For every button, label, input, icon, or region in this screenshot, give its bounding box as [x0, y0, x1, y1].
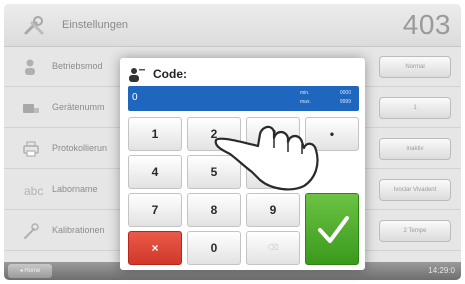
key-4[interactable]: 4	[128, 155, 182, 189]
person-icon	[25, 59, 35, 75]
checkmark-icon	[318, 216, 349, 243]
tools-icon[interactable]	[22, 13, 46, 37]
user-icon	[129, 68, 145, 82]
confirm-button[interactable]	[305, 193, 359, 265]
calibration-icon	[24, 223, 39, 239]
key-7[interactable]: 7	[128, 193, 182, 227]
settings-row-label: Protokollierun	[52, 143, 108, 153]
page-title: Einstellungen	[62, 19, 129, 31]
dialog-title: Code:	[153, 67, 187, 81]
pointing-hand-icon	[214, 125, 319, 191]
program-number: 403	[402, 9, 451, 40]
settings-value-button[interactable]: 1	[379, 97, 451, 119]
key-9[interactable]: 9	[246, 193, 300, 227]
settings-value-button[interactable]: Normal	[379, 56, 451, 78]
settings-row-label: Laborname	[52, 184, 98, 194]
delete-button[interactable]: ⌫	[246, 231, 300, 265]
header-bar: Einstellungen 403	[4, 4, 461, 47]
key-8[interactable]: 8	[187, 193, 241, 227]
abc-icon: abc	[24, 184, 43, 198]
settings-row-label: Gerätenumm	[52, 102, 105, 112]
clock: 14:29:0	[428, 266, 455, 275]
home-button-label: Home	[24, 268, 41, 274]
settings-value-button[interactable]: Ivoclar Vivadent	[379, 179, 451, 201]
key-0[interactable]: 0	[187, 231, 241, 265]
home-button[interactable]: ◂ Home	[8, 264, 52, 278]
key-1[interactable]: 1	[128, 117, 182, 151]
device-icon	[23, 104, 39, 113]
code-value: 0	[132, 92, 138, 103]
settings-row-label: Kalibrationen	[52, 225, 105, 235]
cancel-button[interactable]: ×	[128, 231, 182, 265]
printer-icon	[23, 141, 39, 157]
svg-text:abc: abc	[24, 184, 43, 198]
settings-row-label: Betriebsmod	[52, 61, 103, 71]
settings-value-button[interactable]: 2 Tempe	[379, 220, 451, 242]
settings-value-button[interactable]: inaktiv	[379, 138, 451, 160]
